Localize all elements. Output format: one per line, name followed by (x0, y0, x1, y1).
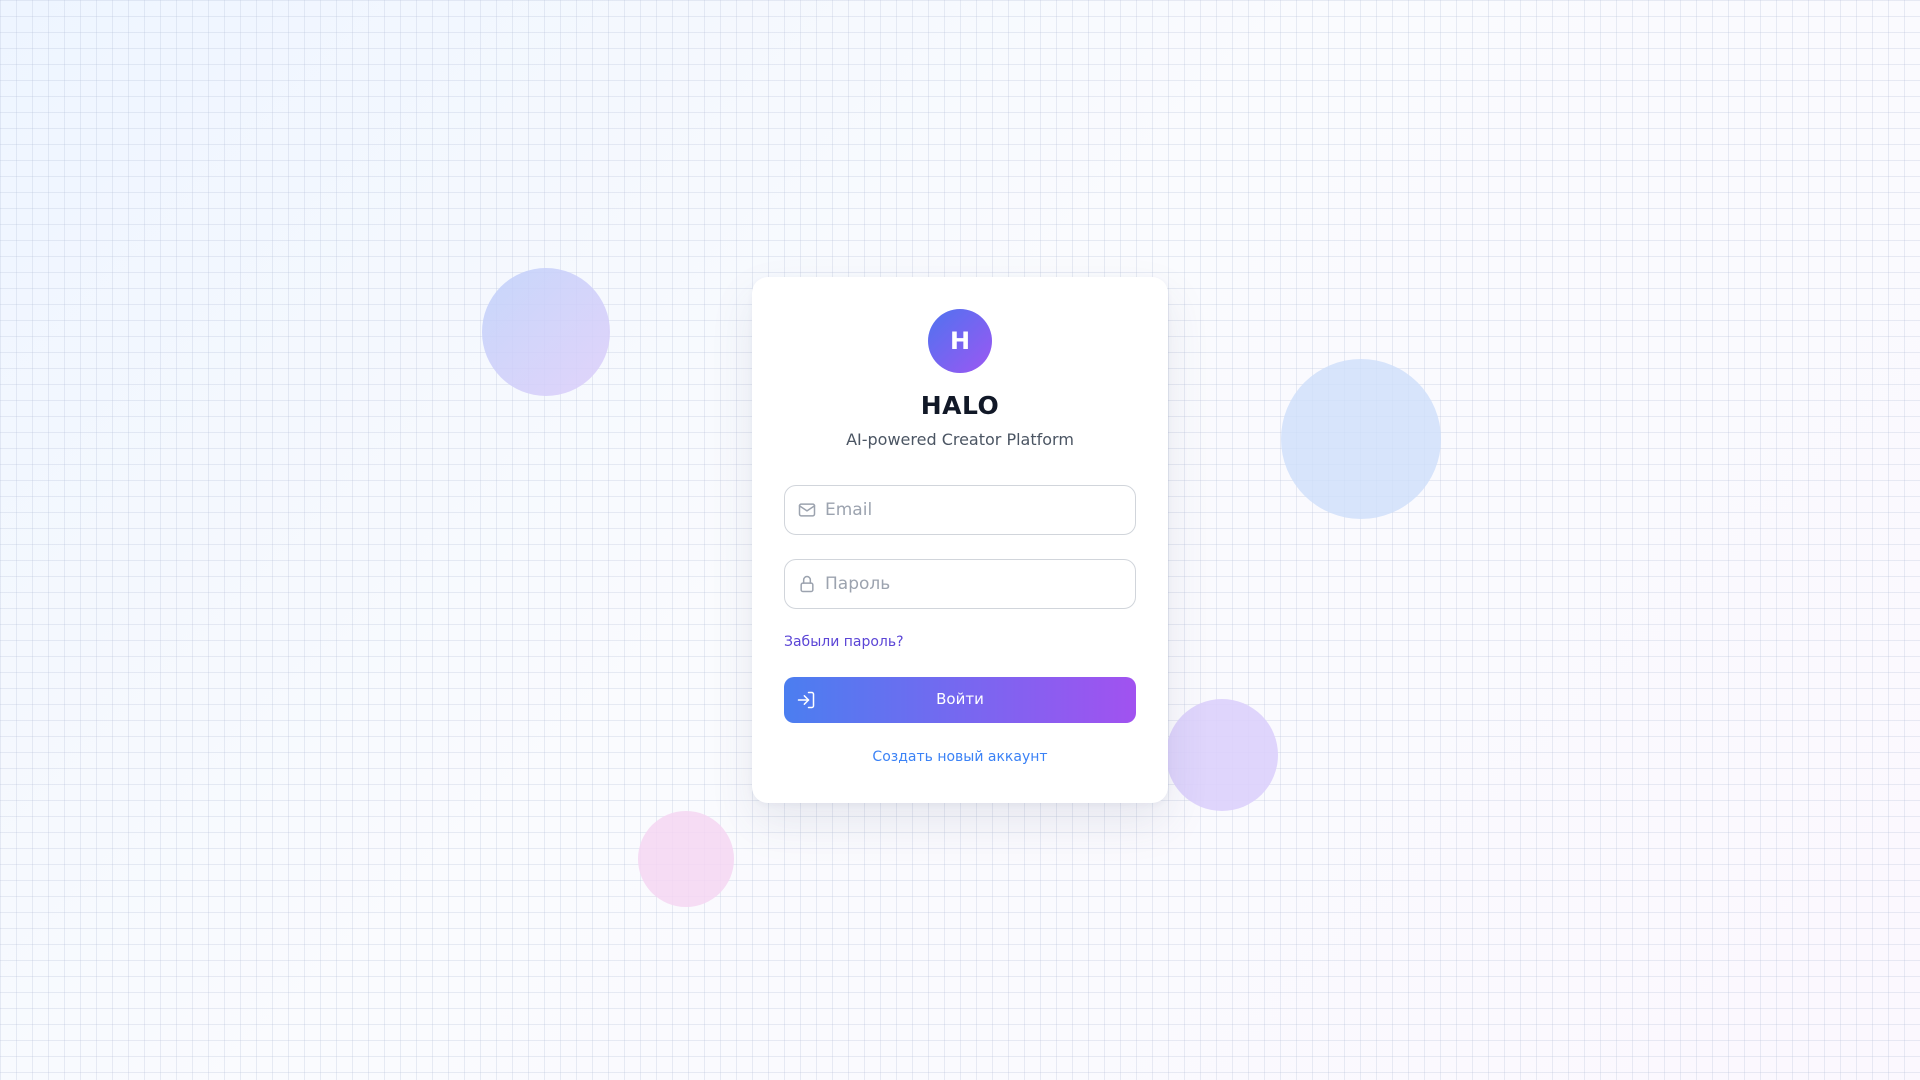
brand-name: HALO (920, 391, 1000, 420)
brand-tagline: AI-powered Creator Platform (846, 430, 1074, 449)
forgot-password-link[interactable]: Забыли пароль? (784, 634, 904, 650)
decorative-bubble (1281, 359, 1441, 519)
decorative-bubble (482, 268, 610, 396)
password-field[interactable] (784, 559, 1136, 609)
mail-icon (798, 503, 816, 517)
email-input[interactable] (825, 486, 1125, 534)
email-field[interactable] (784, 485, 1136, 535)
password-input[interactable] (825, 560, 1125, 608)
login-page: { "brand": { "logo_letter": "H", "name":… (0, 0, 1920, 1080)
login-card: H HALO AI-powered Creator Platform Забыл… (752, 277, 1168, 803)
decorative-bubble (638, 811, 734, 907)
lock-icon (800, 575, 814, 593)
create-account-link[interactable]: Создать новый аккаунт (752, 749, 1168, 765)
login-button-label: Войти (936, 690, 984, 708)
login-button[interactable]: Войти (784, 677, 1136, 723)
brand-logo-letter: H (949, 327, 971, 355)
brand-logo: H (928, 309, 992, 373)
decorative-bubble (1166, 699, 1278, 811)
